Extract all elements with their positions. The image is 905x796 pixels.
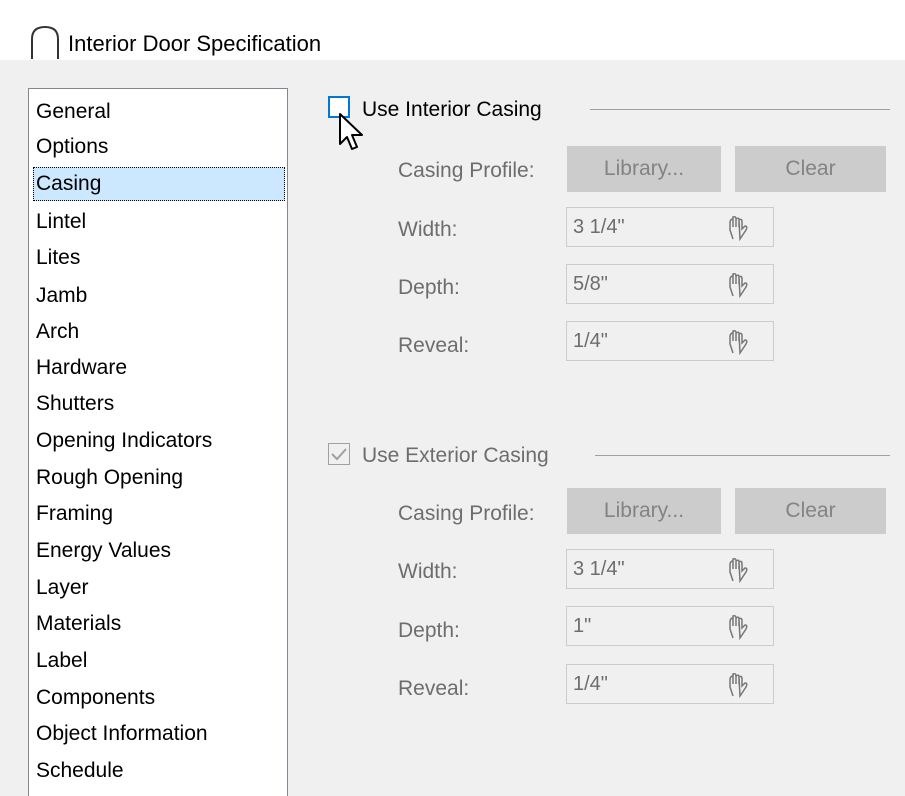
sidebar-item-label[interactable]: Label xyxy=(33,644,285,678)
sidebar-item-rough-opening[interactable]: Rough Opening xyxy=(33,461,285,495)
exterior-width-field[interactable]: 3 1/4" xyxy=(566,549,774,589)
exterior-reveal-value: 1/4" xyxy=(573,673,608,695)
exterior-library-button[interactable]: Library... xyxy=(567,488,721,534)
sidebar-item-opening-indicators[interactable]: Opening Indicators xyxy=(33,424,285,458)
sidebar-item-arch[interactable]: Arch xyxy=(33,315,285,349)
interior-reveal-field[interactable]: 1/4" xyxy=(566,321,774,361)
exterior-casing-profile-label: Casing Profile: xyxy=(398,502,535,525)
category-list[interactable]: General Options Casing Lintel Lites Jamb… xyxy=(28,88,288,796)
title-bar: Interior Door Specification xyxy=(0,0,905,60)
checkmark-icon xyxy=(331,448,347,461)
magnet-hand-icon[interactable] xyxy=(725,329,751,355)
arch-door-icon xyxy=(31,25,59,59)
use-exterior-casing-checkbox[interactable] xyxy=(328,443,350,465)
interior-depth-field[interactable]: 5/8" xyxy=(566,264,774,304)
sidebar-item-schedule[interactable]: Schedule xyxy=(33,754,285,788)
section-divider xyxy=(595,455,890,456)
sidebar-item-shutters[interactable]: Shutters xyxy=(33,387,285,421)
sidebar-item-object-information[interactable]: Object Information xyxy=(33,717,285,751)
interior-depth-value: 5/8" xyxy=(573,273,608,295)
magnet-hand-icon[interactable] xyxy=(725,672,751,698)
exterior-width-label: Width: xyxy=(398,560,458,583)
interior-width-field[interactable]: 3 1/4" xyxy=(566,207,774,247)
interior-reveal-label: Reveal: xyxy=(398,334,470,357)
interior-width-label: Width: xyxy=(398,218,458,241)
sidebar-item-hardware[interactable]: Hardware xyxy=(33,351,285,385)
sidebar-item-framing[interactable]: Framing xyxy=(33,497,285,531)
window-title: Interior Door Specification xyxy=(68,31,322,56)
sidebar-item-jamb[interactable]: Jamb xyxy=(33,279,285,313)
magnet-hand-icon[interactable] xyxy=(725,272,751,298)
sidebar-item-components[interactable]: Components xyxy=(33,681,285,715)
sidebar-item-energy-values[interactable]: Energy Values xyxy=(33,534,285,568)
interior-library-button[interactable]: Library... xyxy=(567,146,721,192)
interior-casing-profile-label: Casing Profile: xyxy=(398,159,535,182)
magnet-hand-icon[interactable] xyxy=(725,557,751,583)
interior-depth-label: Depth: xyxy=(398,276,460,299)
interior-reveal-value: 1/4" xyxy=(573,330,608,352)
exterior-depth-label: Depth: xyxy=(398,619,460,642)
exterior-reveal-label: Reveal: xyxy=(398,677,470,700)
sidebar-item-lites[interactable]: Lites xyxy=(33,241,285,275)
exterior-reveal-field[interactable]: 1/4" xyxy=(566,664,774,704)
magnet-hand-icon[interactable] xyxy=(725,614,751,640)
magnet-hand-icon[interactable] xyxy=(725,215,751,241)
exterior-clear-button[interactable]: Clear xyxy=(735,488,886,534)
sidebar-item-lintel[interactable]: Lintel xyxy=(33,205,285,239)
exterior-width-value: 3 1/4" xyxy=(573,558,625,580)
interior-clear-button[interactable]: Clear xyxy=(735,146,886,192)
sidebar-item-options[interactable]: Options xyxy=(33,130,285,164)
sidebar-item-materials[interactable]: Materials xyxy=(33,607,285,641)
sidebar-item-general[interactable]: General xyxy=(33,95,285,129)
exterior-depth-field[interactable]: 1" xyxy=(566,606,774,646)
interior-width-value: 3 1/4" xyxy=(573,216,625,238)
use-exterior-casing-label: Use Exterior Casing xyxy=(362,444,549,467)
section-divider xyxy=(590,109,890,110)
sidebar-item-layer[interactable]: Layer xyxy=(33,571,285,605)
use-interior-casing-label: Use Interior Casing xyxy=(362,98,542,121)
sidebar-item-casing[interactable]: Casing xyxy=(33,167,285,201)
exterior-depth-value: 1" xyxy=(573,615,592,637)
mouse-cursor-icon xyxy=(339,113,363,150)
